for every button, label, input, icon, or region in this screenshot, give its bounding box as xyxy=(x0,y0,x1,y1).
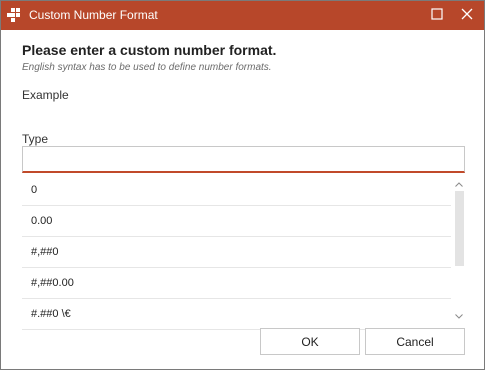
scroll-up-button[interactable] xyxy=(453,178,465,188)
chevron-down-icon xyxy=(455,306,463,324)
maximize-icon xyxy=(431,7,443,25)
close-button[interactable] xyxy=(452,1,482,30)
format-list-item[interactable]: #.##0 \€ xyxy=(22,299,451,330)
chevron-up-icon xyxy=(455,174,463,192)
format-list-item[interactable]: 0 xyxy=(22,175,451,206)
format-list-item[interactable]: 0.00 xyxy=(22,206,451,237)
type-label: Type xyxy=(22,132,49,146)
title-bar[interactable]: Custom Number Format xyxy=(1,1,484,30)
maximize-button[interactable] xyxy=(422,1,452,30)
scrollbar-thumb[interactable] xyxy=(455,191,464,266)
format-list-item[interactable]: #,##0.00 xyxy=(22,268,451,299)
dialog-subheading: English syntax has to be used to define … xyxy=(22,62,272,73)
scroll-down-button[interactable] xyxy=(453,310,465,320)
dialog-heading: Please enter a custom number format. xyxy=(22,42,277,58)
office-app-icon xyxy=(6,7,22,23)
custom-number-format-dialog: Custom Number Format Please enter a cust… xyxy=(0,0,485,370)
window-title: Custom Number Format xyxy=(29,8,158,22)
ok-button[interactable]: OK xyxy=(260,328,360,355)
type-input[interactable] xyxy=(22,146,465,173)
example-label: Example xyxy=(22,88,69,102)
format-list-item[interactable]: #,##0 xyxy=(22,237,451,268)
format-list[interactable]: 0 0.00 #,##0 #,##0.00 #.##0 \€ xyxy=(22,175,451,331)
cancel-button[interactable]: Cancel xyxy=(365,328,465,355)
close-icon xyxy=(461,7,473,25)
format-list-scrollbar[interactable] xyxy=(453,175,465,323)
